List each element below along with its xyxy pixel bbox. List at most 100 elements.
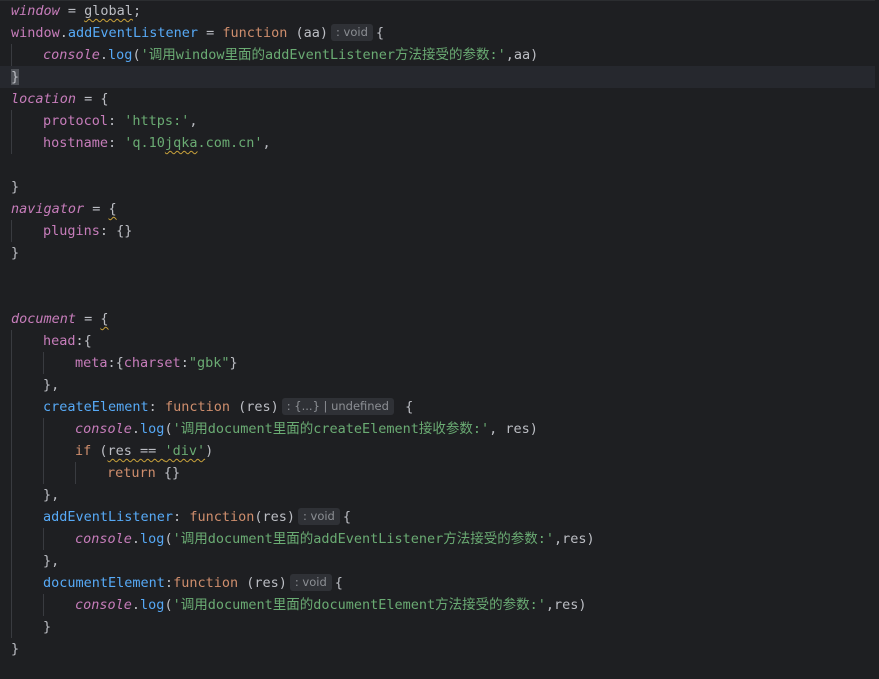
code-line-content: hostname: 'q.10jqka.com.cn', — [11, 135, 271, 151]
code-token: log — [140, 421, 165, 437]
code-token: function — [189, 509, 255, 525]
code-line-content: console.log('调用document里面的documentElemen… — [11, 597, 587, 613]
code-line[interactable]: window = global; — [0, 0, 879, 22]
code-line[interactable]: hostname: 'q.10jqka.com.cn', — [0, 132, 879, 154]
code-editor[interactable]: window = global; window.addEventListener … — [0, 0, 879, 679]
code-line[interactable]: head:{ — [0, 330, 879, 352]
indent-guide — [11, 352, 12, 374]
code-token: (res) — [254, 509, 295, 525]
code-token: (aa) — [287, 25, 329, 41]
code-line-content: return {} — [11, 465, 180, 481]
code-token: { — [108, 201, 117, 217]
code-line[interactable]: meta:{charset:"gbk"} — [0, 352, 879, 374]
code-line[interactable]: } — [0, 176, 879, 198]
code-token: . — [131, 597, 141, 613]
code-token: console — [43, 47, 100, 63]
code-token: '调用document里面的createElement接收参数:' — [172, 421, 490, 437]
code-line-content: if (res == 'div') — [11, 443, 213, 459]
code-line-content: document = { — [11, 311, 109, 327]
indent-guide — [11, 550, 12, 572]
code-line[interactable] — [0, 154, 879, 176]
indent-guide — [11, 220, 12, 242]
indent-guide — [11, 506, 12, 528]
code-token: addEventListener — [67, 25, 198, 41]
code-token: '调用document里面的documentElement方法接受的参数:' — [172, 597, 546, 613]
code-line[interactable]: }, — [0, 550, 879, 572]
code-line-content: } — [11, 619, 51, 635]
code-token: = — [76, 311, 101, 327]
inlay-type-hint[interactable]: : {...} | undefined — [281, 398, 394, 415]
code-token: console — [75, 531, 132, 547]
code-token: : — [164, 575, 174, 591]
code-token: ,aa) — [505, 47, 539, 63]
code-token: :{ — [75, 333, 92, 349]
code-token: }, — [43, 487, 60, 503]
code-line[interactable]: }, — [0, 484, 879, 506]
code-line[interactable]: location = { — [0, 88, 879, 110]
code-line-content: plugins: {} — [11, 223, 132, 239]
code-line-content: location = { — [11, 91, 109, 107]
code-line[interactable]: plugins: {} — [0, 220, 879, 242]
code-token: head — [43, 333, 76, 349]
code-line[interactable]: return {} — [0, 462, 879, 484]
indent-guide — [11, 572, 12, 594]
code-line[interactable] — [0, 264, 879, 286]
code-line[interactable]: window.addEventListener = function (aa):… — [0, 22, 879, 44]
code-area[interactable]: window = global; window.addEventListener … — [0, 0, 879, 660]
code-token: 'https:' — [124, 113, 190, 129]
code-line[interactable]: document = { — [0, 308, 879, 330]
indent-guide — [11, 594, 12, 616]
indent-guide — [11, 110, 12, 132]
code-line[interactable]: console.log('调用window里面的addEventListener… — [0, 44, 879, 66]
indent-guide — [11, 528, 12, 550]
code-line-content: window.addEventListener = function (aa):… — [11, 24, 384, 41]
code-line[interactable]: createElement: function (res): {...} | u… — [0, 396, 879, 418]
code-line[interactable]: console.log('调用document里面的documentElemen… — [0, 594, 879, 616]
code-line[interactable]: } — [0, 66, 879, 88]
code-token: protocol — [43, 113, 109, 129]
code-token: createElement — [43, 399, 149, 415]
inlay-type-hint[interactable]: : void — [297, 508, 340, 525]
code-line[interactable]: } — [0, 616, 879, 638]
inlay-type-hint[interactable]: : void — [331, 24, 373, 41]
editor-scrollbar[interactable] — [875, 0, 879, 679]
code-token: : — [108, 135, 125, 151]
code-line[interactable] — [0, 286, 879, 308]
code-token: meta — [75, 355, 108, 371]
code-token: . — [99, 47, 109, 63]
code-line-content: }, — [11, 553, 59, 569]
code-token: :{ — [107, 355, 124, 371]
code-line-content: } — [11, 245, 19, 261]
inlay-type-hint[interactable]: : void — [289, 574, 332, 591]
code-line[interactable]: }, — [0, 374, 879, 396]
code-line[interactable]: addEventListener: function(res): void{ — [0, 506, 879, 528]
code-token: }, — [43, 377, 60, 393]
code-token: addEventListener — [43, 509, 174, 525]
code-token: { — [334, 575, 343, 591]
code-token: res == — [107, 443, 165, 459]
code-line-content: console.log('调用document里面的createElement接… — [11, 421, 538, 437]
code-token: jqka — [164, 135, 198, 151]
code-line-content: documentElement:function (res): void{ — [11, 574, 343, 591]
code-line-content: navigator = { — [11, 201, 117, 217]
code-token: console — [75, 421, 132, 437]
code-token: } — [43, 619, 52, 635]
code-line[interactable]: if (res == 'div') — [0, 440, 879, 462]
code-line[interactable]: console.log('调用document里面的addEventListen… — [0, 528, 879, 550]
code-line-content: }, — [11, 487, 59, 503]
code-line[interactable]: documentElement:function (res): void{ — [0, 572, 879, 594]
code-token: } — [229, 355, 238, 371]
code-line-content: protocol: 'https:', — [11, 113, 197, 129]
code-line[interactable]: navigator = { — [0, 198, 879, 220]
code-line[interactable]: } — [0, 242, 879, 264]
code-line[interactable]: console.log('调用document里面的createElement接… — [0, 418, 879, 440]
indent-guide — [11, 418, 12, 440]
code-line-content: console.log('调用document里面的addEventListen… — [11, 531, 595, 547]
code-token: ,res) — [554, 531, 595, 547]
code-line-content: }, — [11, 377, 59, 393]
code-line[interactable]: } — [0, 638, 879, 660]
code-token: {} — [155, 465, 181, 481]
code-token: ( — [164, 531, 173, 547]
code-line[interactable]: protocol: 'https:', — [0, 110, 879, 132]
code-token: ) — [205, 443, 214, 459]
